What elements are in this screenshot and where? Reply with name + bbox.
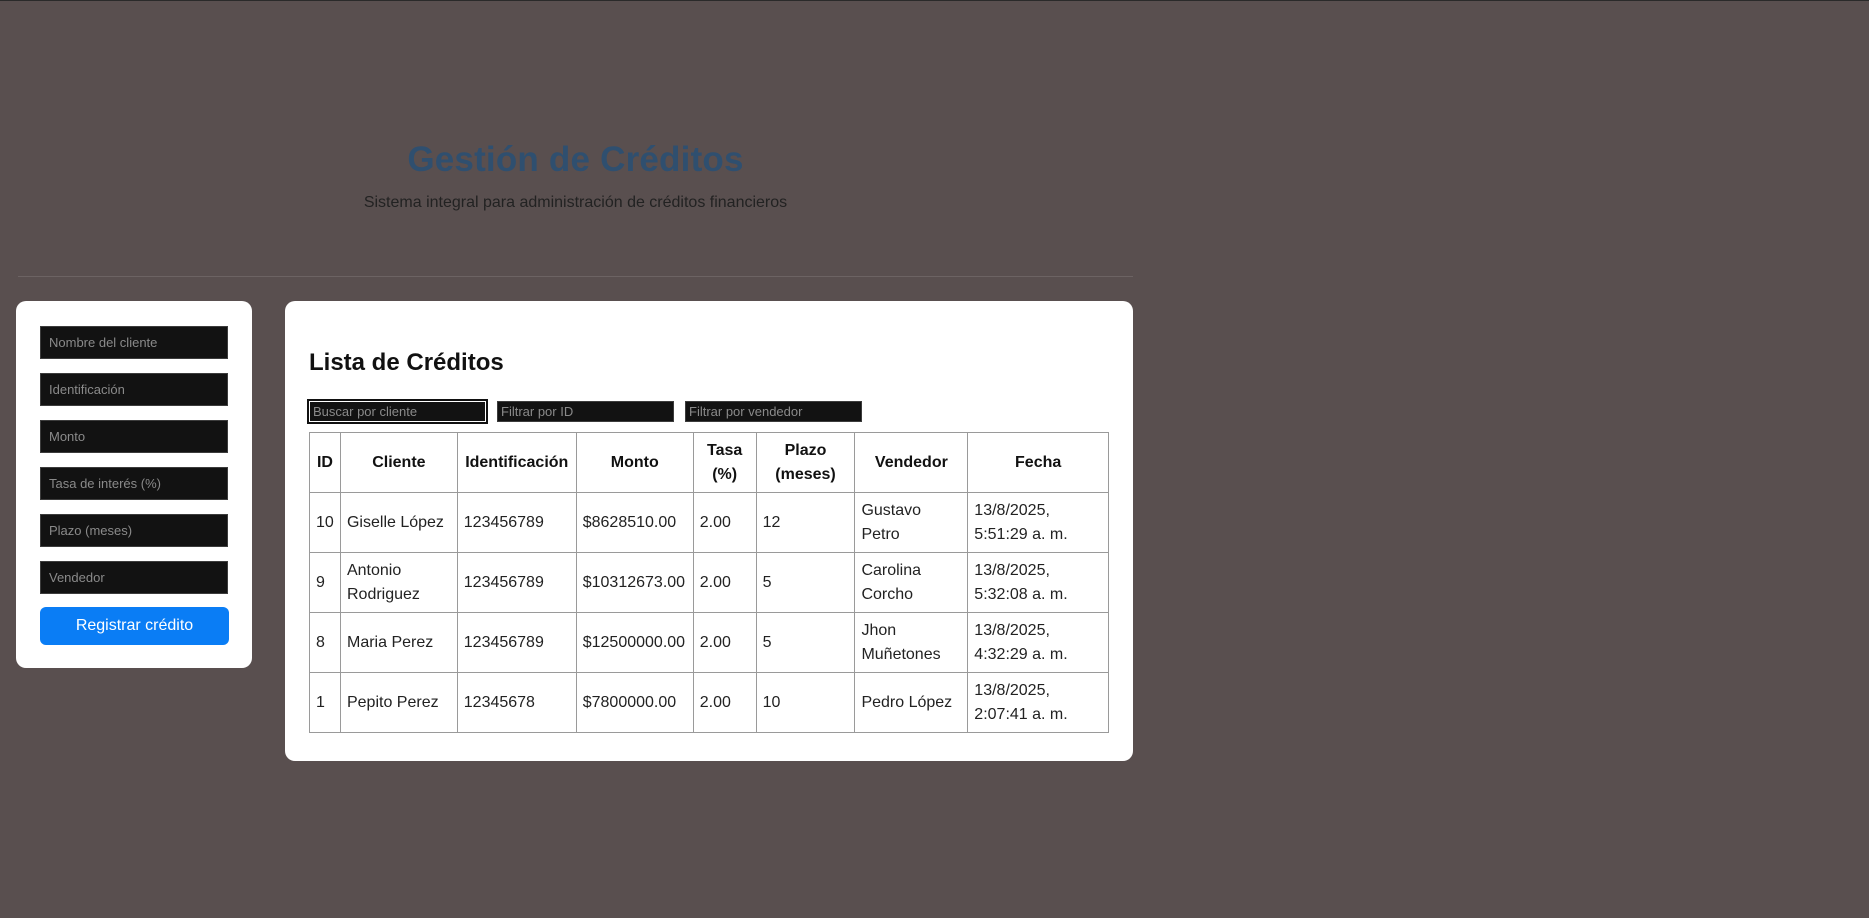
register-credit-button[interactable]: Registrar crédito <box>40 607 229 645</box>
cell-cliente: Antonio Rodriguez <box>339 552 458 613</box>
page-header: Gestión de Créditos Sistema integral par… <box>18 140 1133 212</box>
cell-identificacion: 123456789 <box>456 612 577 673</box>
cell-id: 1 <box>309 672 341 733</box>
cell-vendedor: Pedro López <box>854 672 969 733</box>
column-header-tasa: Tasa (%) <box>692 432 757 493</box>
list-title: Lista de Créditos <box>309 349 504 376</box>
cell-identificacion: 123456789 <box>456 552 577 613</box>
cell-cliente: Pepito Perez <box>339 672 458 733</box>
client-name-input[interactable] <box>40 326 228 359</box>
cell-vendedor: Gustavo Petro <box>854 492 969 553</box>
filter-seller-input[interactable] <box>685 401 862 422</box>
cell-id: 10 <box>309 492 341 553</box>
table-row: 8 Maria Perez 123456789 $12500000.00 2.0… <box>309 612 1109 673</box>
seller-input[interactable] <box>40 561 228 594</box>
cell-monto: $7800000.00 <box>575 672 694 733</box>
filter-id-input[interactable] <box>497 401 674 422</box>
cell-plazo: 5 <box>755 552 856 613</box>
cell-vendedor: Carolina Corcho <box>854 552 969 613</box>
column-header-vendedor: Vendedor <box>854 432 969 493</box>
search-client-input[interactable] <box>307 399 488 424</box>
cell-tasa: 2.00 <box>692 492 757 553</box>
credit-list-panel: Lista de Créditos ID Cliente Identificac… <box>285 301 1133 761</box>
cell-plazo: 10 <box>755 672 856 733</box>
page-title: Gestión de Créditos <box>407 140 744 179</box>
header-divider <box>18 276 1133 277</box>
credits-table: ID Cliente Identificación Monto Tasa (%)… <box>309 432 1109 733</box>
column-header-fecha: Fecha <box>967 432 1109 493</box>
term-months-input[interactable] <box>40 514 228 547</box>
cell-fecha: 13/8/2025, 5:51:29 a. m. <box>967 492 1109 553</box>
credit-form: Registrar crédito <box>16 301 252 668</box>
cell-plazo: 12 <box>755 492 856 553</box>
amount-input[interactable] <box>40 420 228 453</box>
page-subtitle: Sistema integral para administración de … <box>363 194 788 211</box>
cell-fecha: 13/8/2025, 5:32:08 a. m. <box>967 552 1109 613</box>
cell-vendedor: Jhon Muñetones <box>854 612 969 673</box>
cell-identificacion: 12345678 <box>456 672 577 733</box>
cell-fecha: 13/8/2025, 4:32:29 a. m. <box>967 612 1109 673</box>
column-header-plazo: Plazo (meses) <box>755 432 856 493</box>
column-header-identificacion: Identificación <box>456 432 577 493</box>
table-row: 10 Giselle López 123456789 $8628510.00 2… <box>309 492 1109 553</box>
cell-plazo: 5 <box>755 612 856 673</box>
table-row: 1 Pepito Perez 12345678 $7800000.00 2.00… <box>309 672 1109 733</box>
cell-tasa: 2.00 <box>692 672 757 733</box>
interest-rate-input[interactable] <box>40 467 228 500</box>
cell-cliente: Maria Perez <box>339 612 458 673</box>
identification-input[interactable] <box>40 373 228 406</box>
table-header-row: ID Cliente Identificación Monto Tasa (%)… <box>309 432 1109 493</box>
cell-tasa: 2.00 <box>692 612 757 673</box>
table-row: 9 Antonio Rodriguez 123456789 $10312673.… <box>309 552 1109 613</box>
column-header-id: ID <box>309 432 341 493</box>
column-header-monto: Monto <box>575 432 694 493</box>
cell-monto: $10312673.00 <box>575 552 694 613</box>
column-header-cliente: Cliente <box>339 432 458 493</box>
cell-id: 8 <box>309 612 341 673</box>
cell-tasa: 2.00 <box>692 552 757 613</box>
cell-cliente: Giselle López <box>339 492 458 553</box>
top-border <box>0 0 1869 1</box>
cell-monto: $8628510.00 <box>575 492 694 553</box>
filter-bar <box>307 399 1109 424</box>
cell-fecha: 13/8/2025, 2:07:41 a. m. <box>967 672 1109 733</box>
cell-id: 9 <box>309 552 341 613</box>
cell-identificacion: 123456789 <box>456 492 577 553</box>
cell-monto: $12500000.00 <box>575 612 694 673</box>
